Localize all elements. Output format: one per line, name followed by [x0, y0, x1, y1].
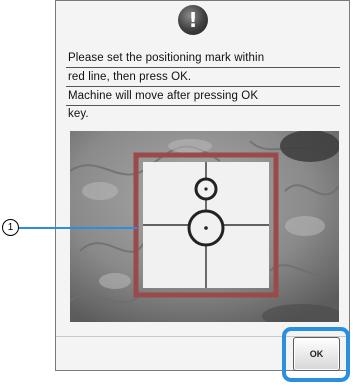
message-line-2: red line, then press OK. [68, 71, 192, 83]
callout-line [19, 227, 137, 229]
divider-line [66, 67, 340, 68]
ok-button[interactable]: OK [293, 337, 340, 371]
divider-line [66, 105, 340, 106]
message-line-3: Machine will move after pressing OK [68, 90, 259, 102]
message-line-4: key. [68, 108, 89, 120]
exclamation-icon: ! [178, 5, 208, 35]
divider-line [66, 86, 340, 87]
callout-number: 1 [2, 219, 19, 236]
message-line-1: Please set the positioning mark within [68, 52, 265, 64]
